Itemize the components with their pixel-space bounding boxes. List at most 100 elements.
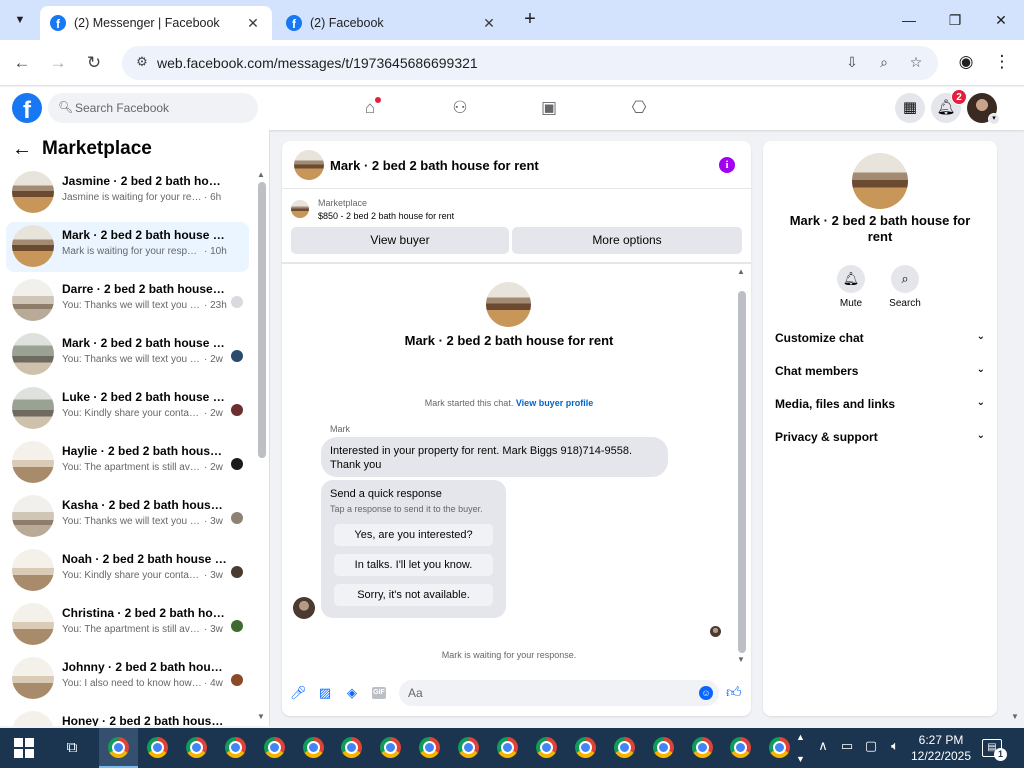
network-icon[interactable]: ▢ — [862, 738, 880, 754]
chrome-menu-icon[interactable]: ⋮ — [990, 51, 1014, 75]
taskbar-chrome-app[interactable] — [644, 728, 683, 768]
taskbar-chrome-app[interactable] — [527, 728, 566, 768]
taskbar-chrome-app[interactable] — [99, 728, 138, 768]
gif-icon[interactable]: GIF — [372, 687, 386, 699]
search-input[interactable] — [75, 93, 250, 123]
tab-messenger[interactable]: f (2) Messenger | Facebook ✕ — [40, 6, 272, 40]
url-text[interactable]: web.facebook.com/messages/t/197364568669… — [157, 55, 478, 71]
zoom-icon[interactable]: ⌕ — [874, 54, 894, 72]
taskbar-chrome-app[interactable] — [566, 728, 605, 768]
list-item[interactable]: Luke · 2 bed 2 bath house for... You: Ki… — [6, 384, 249, 434]
quick-reply-button[interactable]: Sorry, it's not available. — [333, 583, 494, 607]
home-icon[interactable]: ⌂ — [357, 95, 383, 121]
taskbar-chrome-app[interactable] — [760, 728, 799, 768]
search-conversation-button[interactable]: ⌕ Search — [885, 265, 925, 309]
taskbar-clock[interactable]: 6:27 PM 12/22/2025 — [910, 732, 972, 764]
microphone-icon[interactable]: 🎤︎ — [290, 685, 307, 701]
notifications-bell-icon[interactable]: 🔔︎ 2 — [931, 89, 967, 123]
quick-reply-button[interactable]: In talks. I'll let you know. — [333, 553, 494, 577]
list-item[interactable]: Honey · 2 bed 2 bath house for ... — [6, 708, 249, 726]
chevron-down-icon[interactable]: ▾ — [988, 113, 1000, 125]
list-item[interactable]: Mark · 2 bed 2 bath house fo... You: Tha… — [6, 330, 249, 380]
scroll-up-arrow-icon[interactable]: ▲ — [257, 170, 265, 179]
media-files-links-row[interactable]: Media, files and links ⌄ — [775, 397, 985, 417]
info-icon[interactable]: i — [719, 157, 735, 173]
task-view-icon[interactable]: ⧉ — [62, 739, 82, 757]
scroll-down-arrow-icon[interactable]: ▼ — [737, 655, 745, 664]
close-window-button[interactable]: ✕ — [978, 6, 1024, 34]
windows-start-icon[interactable] — [14, 738, 34, 758]
address-bar[interactable]: ⚙ web.facebook.com/messages/t/1973645686… — [122, 46, 938, 80]
action-center-icon[interactable]: ▤ 1 — [982, 739, 1007, 761]
list-item[interactable]: Christina · 2 bed 2 bath hous... You: Th… — [6, 600, 249, 650]
bell-icon[interactable]: 🔔︎ — [837, 265, 865, 293]
back-icon[interactable]: ← — [10, 51, 34, 75]
watch-icon[interactable]: ▣ — [536, 95, 562, 121]
message-input-box[interactable]: ☺ — [399, 680, 719, 706]
list-item[interactable]: Johnny · 2 bed 2 bath house ... You: I a… — [6, 654, 249, 704]
minimize-button[interactable]: — — [886, 6, 932, 34]
view-buyer-profile-link[interactable]: View buyer profile — [516, 398, 593, 408]
thread-scrollbar[interactable] — [738, 291, 746, 653]
privacy-support-row[interactable]: Privacy & support ⌄ — [775, 430, 985, 450]
message-input[interactable] — [408, 680, 688, 706]
list-item[interactable]: Jasmine · 2 bed 2 bath house fo... Jasmi… — [6, 168, 249, 218]
maximize-button[interactable]: ❐ — [932, 6, 978, 34]
close-tab-icon[interactable]: ✕ — [244, 15, 262, 32]
new-tab-button[interactable]: + — [518, 8, 542, 32]
facebook-search[interactable]: 🔍︎ — [48, 93, 258, 123]
scroll-down-arrow-icon[interactable]: ▼ — [257, 712, 265, 721]
meet-now-icon[interactable]: ▭ — [838, 738, 856, 754]
list-item[interactable]: Mark · 2 bed 2 bath house for r... Mark … — [6, 222, 249, 272]
menu-grid-icon[interactable]: ▦ — [895, 93, 925, 123]
photo-icon[interactable]: ▨ — [317, 685, 333, 701]
taskbar-chrome-app[interactable] — [371, 728, 410, 768]
list-item[interactable]: Darre · 2 bed 2 bath house fo... You: Th… — [6, 276, 249, 326]
taskbar-chrome-app[interactable] — [255, 728, 294, 768]
scroll-up-arrow-icon[interactable]: ▲ — [737, 267, 745, 276]
quick-reply-button[interactable]: Yes, are you interested? — [333, 523, 494, 547]
site-info-icon[interactable]: ⚙ — [132, 54, 152, 72]
taskbar-chrome-app[interactable] — [449, 728, 488, 768]
list-item[interactable]: Kasha · 2 bed 2 bath house f... You: Tha… — [6, 492, 249, 542]
profile-icon[interactable]: ◉ — [954, 51, 978, 75]
sticker-icon[interactable]: ◈ — [344, 685, 360, 701]
chat-members-row[interactable]: Chat members ⌄ — [775, 364, 985, 384]
taskbar-chrome-app[interactable] — [216, 728, 255, 768]
reload-icon[interactable]: ↻ — [82, 51, 106, 75]
emoji-icon[interactable]: ☺ — [699, 686, 713, 700]
more-options-button[interactable]: More options — [512, 227, 742, 254]
bookmark-star-icon[interactable]: ☆ — [906, 54, 926, 72]
taskbar-chrome-app[interactable] — [721, 728, 760, 768]
show-hidden-icons-chevron-icon[interactable]: ∧ — [814, 738, 832, 754]
sender-avatar[interactable] — [293, 597, 315, 619]
forward-icon[interactable]: → — [46, 51, 70, 75]
customize-chat-row[interactable]: Customize chat ⌄ — [775, 331, 985, 351]
taskbar-scroll-down-icon[interactable]: ▼ — [796, 754, 805, 764]
listing-thumbnail[interactable] — [294, 150, 324, 180]
list-item[interactable]: Haylie · 2 bed 2 bath house f... You: Th… — [6, 438, 249, 488]
listing-price-title[interactable]: $850 - 2 bed 2 bath house for rent — [318, 211, 454, 221]
tab-search-chevron-icon[interactable]: ▼ — [8, 8, 32, 32]
mute-button[interactable]: 🔔︎ Mute — [831, 265, 871, 309]
chat-list-scrollbar[interactable] — [258, 182, 266, 458]
list-item[interactable]: Noah · 2 bed 2 bath house fo... You: Kin… — [6, 546, 249, 596]
taskbar-chrome-app[interactable] — [138, 728, 177, 768]
taskbar-chrome-app[interactable] — [683, 728, 722, 768]
tab-facebook[interactable]: f (2) Facebook ✕ — [276, 6, 508, 40]
facebook-logo[interactable]: f — [12, 93, 42, 123]
friends-icon[interactable]: ⚇ — [447, 95, 473, 121]
gaming-icon[interactable]: ⎔ — [626, 95, 652, 121]
install-app-icon[interactable]: ⇩ — [842, 54, 862, 72]
view-buyer-button[interactable]: View buyer — [291, 227, 509, 254]
thumbs-up-icon[interactable]: 👍︎ — [726, 684, 742, 702]
taskbar-chrome-app[interactable] — [410, 728, 449, 768]
taskbar-chrome-app[interactable] — [332, 728, 371, 768]
back-arrow-icon[interactable]: ← — [12, 138, 32, 161]
search-icon[interactable]: ⌕ — [891, 265, 919, 293]
taskbar-chrome-app[interactable] — [488, 728, 527, 768]
taskbar-chrome-app[interactable] — [294, 728, 333, 768]
taskbar-chrome-app[interactable] — [177, 728, 216, 768]
page-scroll-down-arrow-icon[interactable]: ▼ — [1011, 712, 1019, 721]
taskbar-scroll-up-icon[interactable]: ▲ — [796, 732, 805, 742]
